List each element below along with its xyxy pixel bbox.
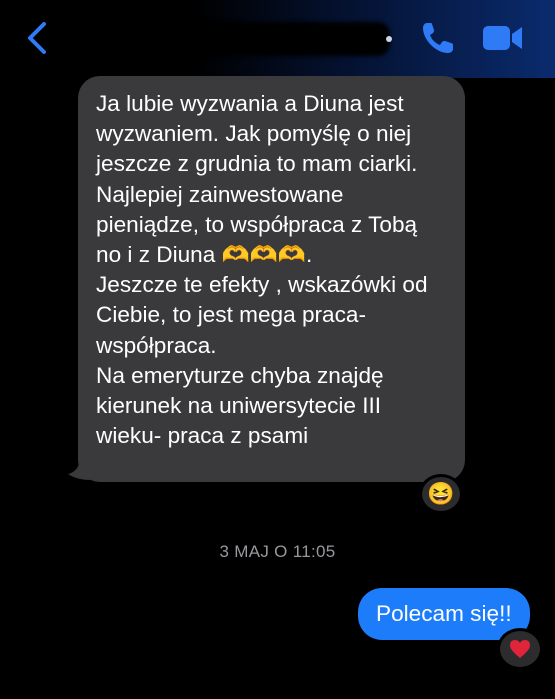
- conversation-header: [0, 0, 555, 78]
- redaction-mark: [386, 36, 392, 42]
- bubble-tail: [68, 456, 90, 480]
- incoming-message-text: Ja lubie wyzwania a Diuna jest wyzwaniem…: [96, 91, 428, 449]
- phone-icon[interactable]: [420, 20, 456, 56]
- incoming-message-bubble[interactable]: Ja lubie wyzwania a Diuna jest wyzwaniem…: [78, 76, 465, 482]
- laugh-reaction-badge[interactable]: 😆: [419, 474, 463, 514]
- chevron-left-icon[interactable]: [22, 20, 54, 56]
- laughing-emoji-icon: 😆: [427, 481, 455, 506]
- video-camera-icon[interactable]: [482, 23, 524, 53]
- contact-name-redacted[interactable]: [78, 22, 390, 56]
- message-timestamp: 3 MAJ O 11:05: [219, 542, 336, 561]
- heart-reaction-badge[interactable]: ❤️: [497, 628, 543, 670]
- outgoing-message-text: Polecam się!!: [376, 601, 512, 626]
- heart-icon: [510, 640, 530, 658]
